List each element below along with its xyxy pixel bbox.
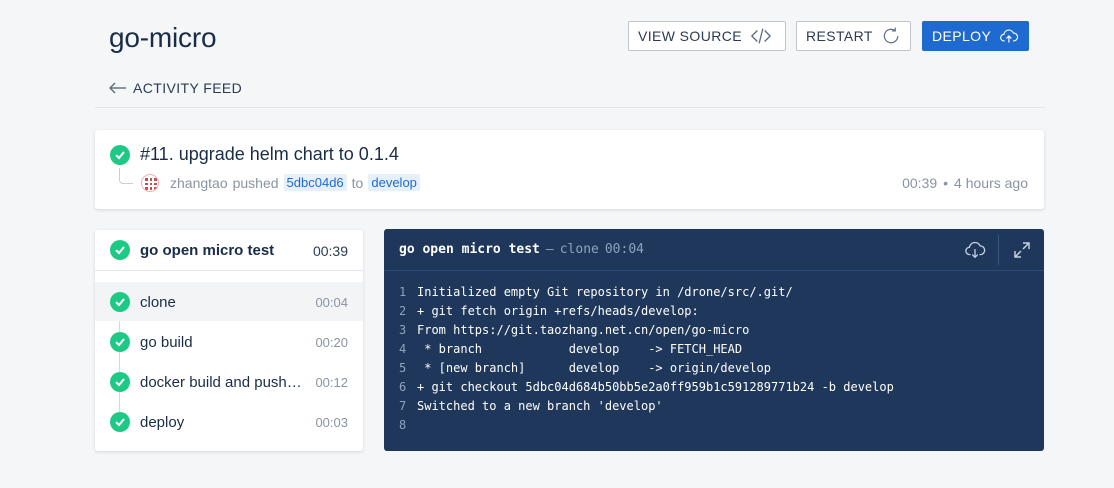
commit-title: #11. upgrade helm chart to 0.1.4 — [140, 144, 399, 164]
log-line: 5 * [new branch] develop -> origin/devel… — [399, 359, 894, 378]
cloud-upload-icon — [1000, 29, 1019, 43]
stage-card: go open micro test 00:39 clone 00:04 go … — [95, 230, 363, 451]
arrow-left-icon — [109, 82, 126, 94]
commit-time: 00:39 • 4 hours ago — [902, 175, 1028, 191]
log-line: 4 * branch develop -> FETCH_HEAD — [399, 340, 894, 359]
log-line: 1 Initialized empty Git repository in /dr… — [399, 283, 894, 302]
log-line: 6 + git checkout 5dbc04d684b50bb5e2a0ff95… — [399, 378, 894, 397]
line-number: 2 — [399, 304, 407, 318]
check-icon — [110, 145, 130, 165]
view-source-button[interactable]: VIEW SOURCE — [628, 21, 786, 51]
log-line: 3 From https://git.taozhang.net.cn/open/g… — [399, 321, 894, 340]
line-number: 1 — [399, 285, 407, 299]
log-dash: — — [545, 242, 554, 257]
commit-branch[interactable]: develop — [368, 174, 420, 191]
check-icon — [110, 240, 130, 260]
log-panel: go open micro test — clone 00:04 1 Initia… — [384, 229, 1044, 451]
line-text: + git checkout 5dbc04d684b50bb5e2a0ff959… — [417, 380, 894, 394]
check-icon — [110, 292, 130, 312]
activity-feed-link[interactable]: ACTIVITY FEED — [109, 78, 242, 98]
check-icon — [110, 372, 130, 392]
stage-name: go open micro test — [140, 242, 275, 259]
download-logs-button[interactable] — [952, 235, 998, 265]
cloud-download-icon — [965, 241, 986, 259]
commit-duration: 00:39 — [902, 175, 938, 191]
line-text: * [new branch] develop -> origin/develop — [417, 361, 772, 375]
step-docker-build[interactable]: docker build and push to registry 00:12 — [95, 362, 363, 401]
line-text: Switched to a new branch 'develop' — [417, 399, 663, 413]
activity-feed-label: ACTIVITY FEED — [133, 80, 243, 96]
step-go-build[interactable]: go build 00:20 — [95, 322, 363, 361]
deploy-label: DEPLOY — [932, 28, 992, 44]
deploy-button[interactable]: DEPLOY — [922, 21, 1029, 51]
expand-icon — [1013, 242, 1030, 258]
line-text: + git fetch origin +refs/heads/develop: — [417, 304, 699, 318]
log-line: 8 — [399, 416, 894, 435]
line-number: 3 — [399, 323, 407, 337]
log-header: go open micro test — clone 00:04 — [384, 229, 1044, 271]
commit-action: pushed — [232, 174, 279, 191]
check-icon — [110, 332, 130, 352]
line-number: 5 — [399, 361, 407, 375]
commit-ago: 4 hours ago — [954, 175, 1028, 191]
branch-connector — [119, 168, 133, 184]
step-name: deploy — [140, 414, 185, 431]
restart-button[interactable]: RESTART — [796, 21, 911, 51]
step-duration: 00:04 — [315, 295, 348, 310]
log-line: 7 Switched to a new branch 'develop' — [399, 397, 894, 416]
time-separator: • — [943, 175, 949, 191]
step-duration: 00:03 — [315, 415, 348, 430]
step-clone[interactable]: clone 00:04 — [95, 282, 363, 321]
expand-logs-button[interactable] — [998, 235, 1044, 265]
step-name: go build — [140, 334, 193, 351]
log-duration: 00:04 — [604, 242, 644, 257]
line-text: * branch develop -> FETCH_HEAD — [417, 342, 743, 356]
code-icon — [750, 28, 772, 44]
log-stage-name: go open micro test — [399, 242, 540, 257]
header-divider — [95, 107, 1045, 108]
line-number: 8 — [399, 418, 407, 432]
line-text: Initialized empty Git repository in /dro… — [417, 285, 793, 299]
commit-card: #11. upgrade helm chart to 0.1.4 zhangta… — [95, 130, 1044, 209]
commit-meta: zhangtao pushed 5dbc04d6 to develop — [170, 174, 420, 191]
step-deploy[interactable]: deploy 00:03 — [95, 402, 363, 441]
commit-sha[interactable]: 5dbc04d6 — [283, 174, 347, 191]
line-text: From https://git.taozhang.net.cn/open/go… — [417, 323, 750, 337]
step-name: clone — [140, 294, 176, 311]
log-output: 1 Initialized empty Git repository in /dr… — [399, 283, 894, 435]
stage-header[interactable]: go open micro test 00:39 — [95, 230, 363, 271]
log-step-name: clone — [559, 242, 599, 257]
log-line: 2 + git fetch origin +refs/heads/develop: — [399, 302, 894, 321]
stage-duration: 00:39 — [312, 243, 348, 259]
commit-to: to — [351, 174, 364, 191]
restart-icon — [883, 27, 899, 44]
line-number: 7 — [399, 399, 407, 413]
page-title: go-micro — [109, 22, 217, 53]
avatar — [141, 174, 159, 192]
step-duration: 00:20 — [315, 335, 348, 350]
step-name: docker build and push to registry — [140, 374, 305, 391]
view-source-label: VIEW SOURCE — [638, 28, 742, 44]
log-toolbar — [952, 235, 1044, 265]
check-icon — [110, 412, 130, 432]
line-number: 4 — [399, 342, 407, 356]
commit-author: zhangtao — [170, 174, 228, 191]
step-duration: 00:12 — [315, 375, 348, 390]
line-number: 6 — [399, 380, 407, 394]
restart-label: RESTART — [806, 28, 873, 44]
